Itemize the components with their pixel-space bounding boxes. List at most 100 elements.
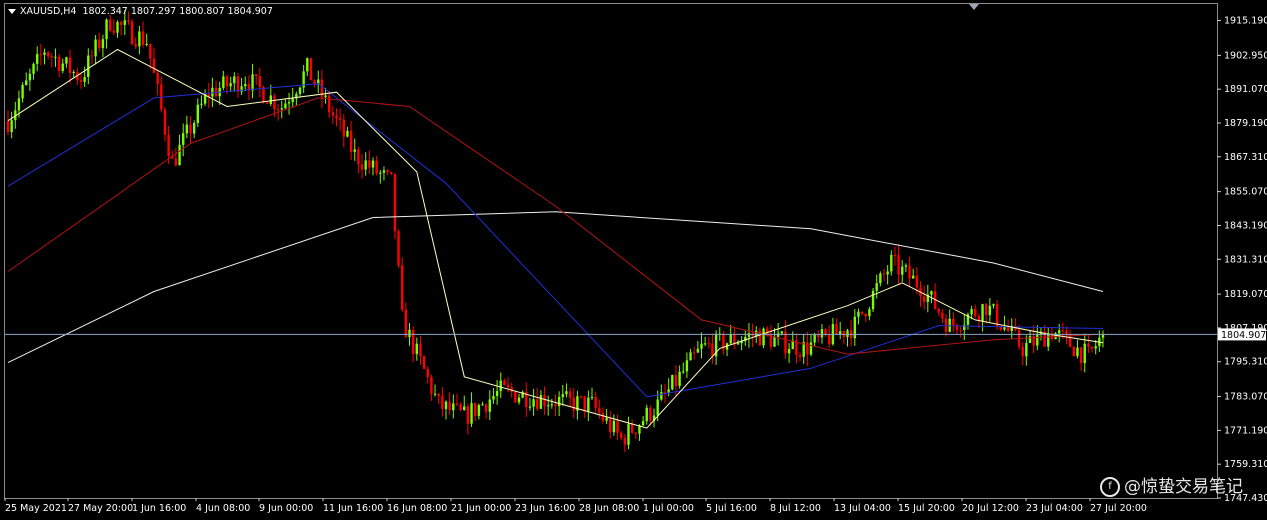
candle-bull bbox=[196, 104, 199, 124]
y-tick-label: 1819.070 bbox=[1224, 289, 1267, 300]
candle-bull bbox=[25, 80, 28, 86]
x-tick-label: 25 May 2021 bbox=[5, 503, 67, 514]
candle-bear bbox=[514, 392, 517, 403]
candle-bull bbox=[28, 73, 32, 81]
candle-bear bbox=[368, 160, 371, 168]
candle-bear bbox=[937, 308, 940, 313]
candle-bull bbox=[930, 291, 933, 295]
dropdown-triangle-icon[interactable] bbox=[8, 9, 16, 14]
candle-bull bbox=[857, 311, 860, 317]
candle-bull bbox=[324, 95, 327, 98]
candle-bear bbox=[598, 408, 601, 413]
candle-bear bbox=[448, 401, 451, 411]
candle-bear bbox=[897, 255, 900, 275]
candle-bear bbox=[167, 134, 170, 157]
candle-bear bbox=[397, 231, 400, 266]
candle-bear bbox=[276, 109, 280, 111]
candle-bull bbox=[605, 417, 608, 421]
candle-bear bbox=[817, 334, 820, 338]
candle-bear bbox=[1090, 346, 1094, 349]
candle-bull bbox=[565, 391, 568, 395]
candle-bear bbox=[375, 160, 378, 174]
x-tick-label: 1 Jun 16:00 bbox=[132, 503, 186, 514]
brand-logo-icon: f bbox=[1100, 477, 1120, 497]
candle-bull bbox=[547, 405, 550, 407]
candle-bull bbox=[65, 57, 68, 64]
candle-bull bbox=[871, 290, 875, 310]
candle-bull bbox=[233, 76, 236, 84]
candle-bear bbox=[119, 22, 123, 25]
candle-bear bbox=[915, 275, 919, 288]
candle-bull bbox=[433, 393, 437, 395]
candle-bear bbox=[393, 173, 397, 232]
candle-bull bbox=[298, 87, 302, 94]
candle-bear bbox=[328, 95, 331, 113]
candle-bear bbox=[572, 397, 575, 411]
candle-bull bbox=[138, 31, 141, 47]
moving-average-blue bbox=[7, 83, 1104, 398]
candle-bull bbox=[787, 349, 791, 354]
candle-bull bbox=[495, 391, 499, 396]
candle-bull bbox=[1083, 343, 1086, 364]
candle-bear bbox=[828, 334, 831, 345]
candle-bull bbox=[912, 275, 915, 279]
candle-bear bbox=[609, 417, 612, 433]
candle-bear bbox=[386, 170, 389, 172]
candle-bear bbox=[455, 403, 459, 405]
candle-bull bbox=[539, 395, 543, 409]
candle-bear bbox=[430, 377, 433, 394]
candle-bull bbox=[853, 316, 856, 339]
x-tick-label: 5 Jul 16:00 bbox=[706, 503, 757, 514]
candle-bull bbox=[590, 396, 594, 398]
candle-bull bbox=[251, 74, 254, 91]
candle-bear bbox=[623, 437, 627, 445]
x-tick-label: 1 Jul 00:00 bbox=[643, 503, 694, 514]
candle-bull bbox=[382, 170, 386, 173]
candle-bull bbox=[470, 403, 473, 424]
candle-bull bbox=[1036, 334, 1039, 346]
candle-bull bbox=[1047, 333, 1050, 347]
candle-bear bbox=[134, 44, 137, 47]
candle-bull bbox=[528, 406, 532, 408]
candle-bull bbox=[415, 343, 418, 355]
candle-bull bbox=[886, 271, 889, 275]
candle-bull bbox=[988, 305, 992, 316]
candle-bear bbox=[411, 329, 415, 355]
candle-bear bbox=[674, 375, 678, 386]
candle-bear bbox=[908, 265, 911, 279]
x-tick-label: 11 Jun 16:00 bbox=[323, 503, 383, 514]
candle-bull bbox=[729, 334, 732, 344]
candle-bear bbox=[601, 412, 605, 421]
candle-bear bbox=[459, 404, 462, 411]
candle-bear bbox=[1079, 347, 1083, 364]
candle-bear bbox=[90, 55, 94, 57]
candle-bull bbox=[72, 71, 75, 74]
candle-bear bbox=[189, 124, 192, 134]
candle-bull bbox=[178, 144, 181, 166]
candle-bear bbox=[152, 58, 156, 73]
candle-bear bbox=[349, 130, 353, 152]
x-tick-label: 23 Jun 16:00 bbox=[515, 503, 575, 514]
candle-bear bbox=[944, 318, 948, 332]
candle-bull bbox=[561, 394, 564, 397]
candle-bull bbox=[94, 39, 97, 57]
chart-shift-marker-icon[interactable] bbox=[969, 4, 979, 10]
candle-bull bbox=[371, 160, 375, 168]
x-tick-label: 27 Jul 20:00 bbox=[1090, 503, 1147, 514]
price-chart[interactable]: 1915.190 1902.950 1891.070 1879.190 1867.310… bbox=[0, 0, 1267, 520]
y-tick-label: 1831.310 bbox=[1224, 254, 1267, 265]
candle-bear bbox=[583, 396, 586, 412]
candle-bull bbox=[229, 83, 232, 87]
candle-bull bbox=[499, 380, 502, 392]
candle-bull bbox=[696, 348, 700, 353]
candle-bull bbox=[346, 130, 349, 137]
x-tick-label: 4 Jun 08:00 bbox=[196, 503, 250, 514]
x-tick-label: 15 Jul 20:00 bbox=[898, 503, 955, 514]
candle-bear bbox=[1065, 330, 1068, 334]
candle-bull bbox=[773, 336, 776, 347]
candle-bear bbox=[974, 309, 977, 317]
candle-bull bbox=[123, 20, 126, 25]
candle-bull bbox=[444, 401, 448, 410]
candle-bear bbox=[163, 109, 167, 135]
candle-bull bbox=[678, 371, 681, 386]
